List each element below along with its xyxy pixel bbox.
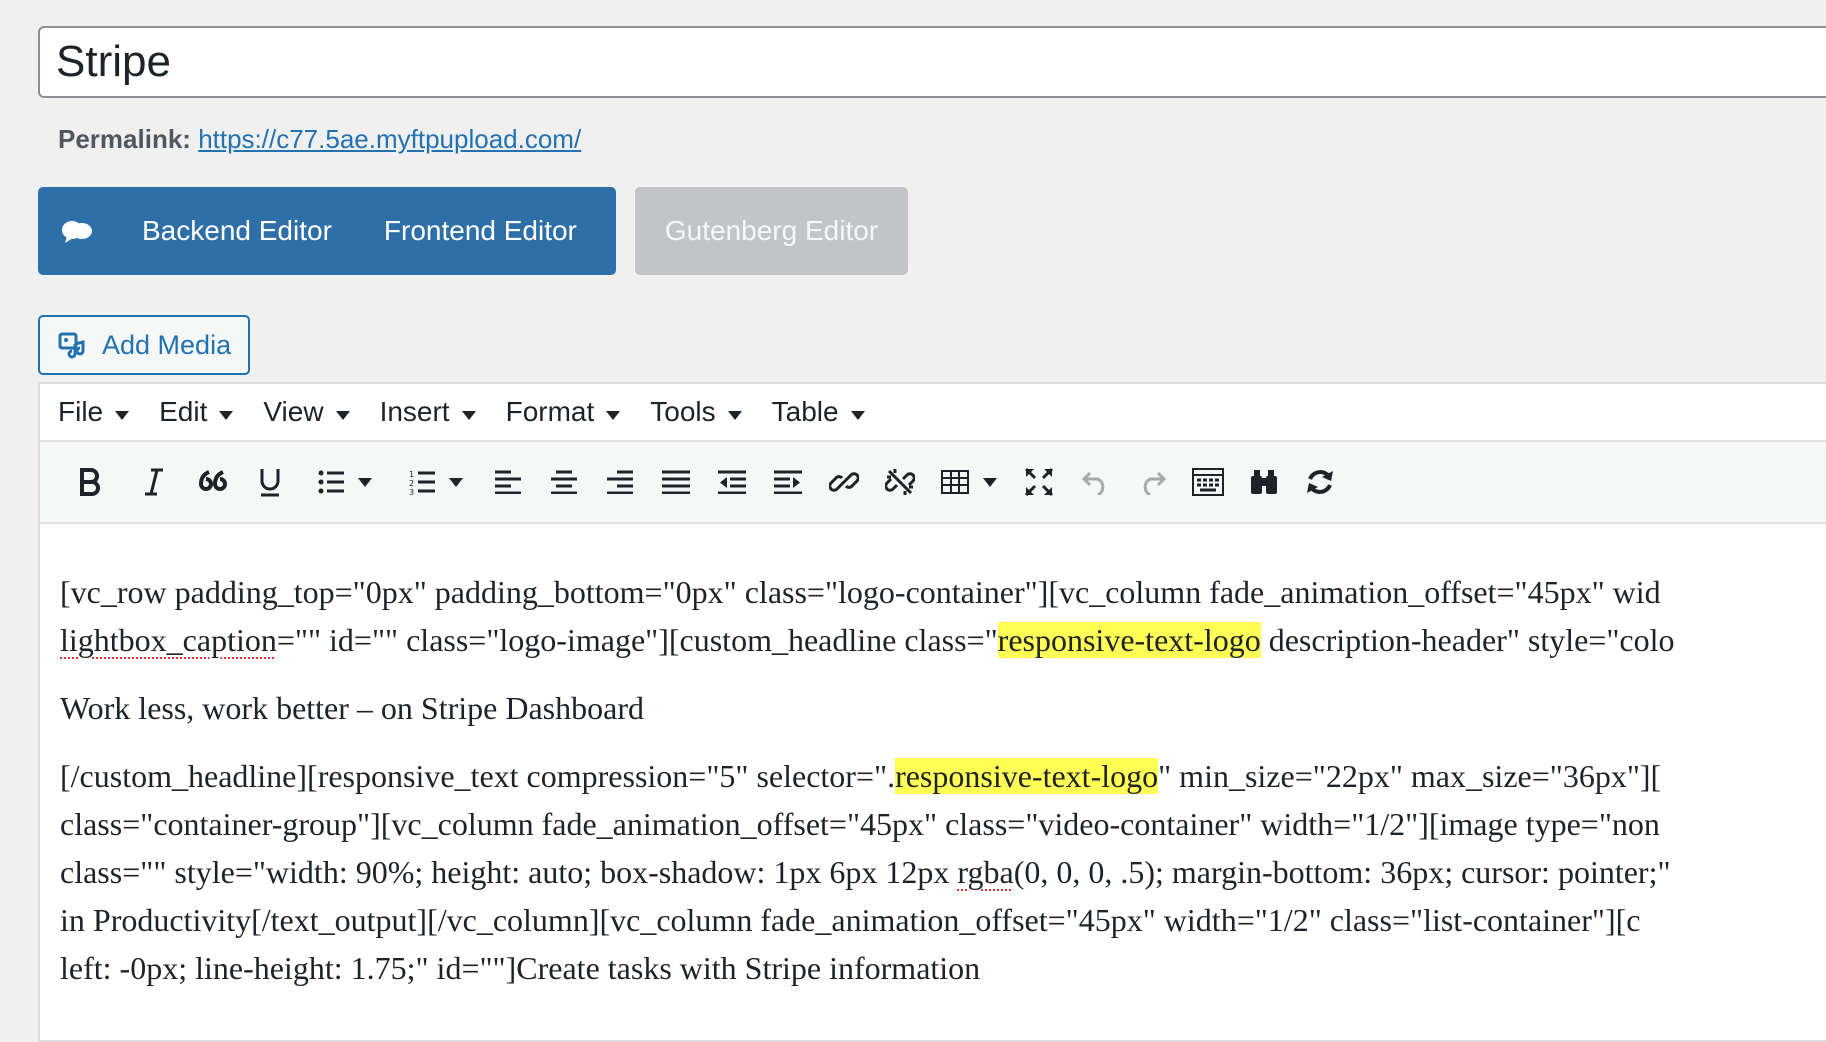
menu-file[interactable]: File	[58, 396, 130, 428]
menu-tools-label: Tools	[650, 396, 716, 427]
menu-edit[interactable]: Edit	[159, 396, 234, 428]
redo-icon[interactable]	[1124, 458, 1180, 506]
spellcheck-word: lightbox_caption	[60, 622, 277, 658]
content-text: description-header" style="colo	[1260, 622, 1675, 658]
align-left-icon[interactable]	[480, 458, 536, 506]
content-text: (0, 0, 0, .5); margin-bottom: 36px; curs…	[1013, 854, 1671, 890]
table-icon[interactable]	[928, 458, 1010, 506]
chevron-down-icon	[606, 410, 621, 420]
toolbar-toggle-icon[interactable]	[1180, 458, 1236, 506]
menu-table-label: Table	[771, 396, 839, 427]
search-highlight: responsive-text-logo	[997, 622, 1261, 658]
menu-file-label: File	[58, 396, 104, 427]
content-line: in Productivity[/text_output][/vc_column…	[60, 902, 1641, 938]
chevron-down-icon	[983, 477, 997, 487]
fullscreen-icon[interactable]	[1010, 458, 1068, 506]
menu-insert[interactable]: Insert	[380, 396, 476, 428]
editor-toolbar: 123	[40, 442, 1826, 524]
svg-text:1: 1	[409, 470, 414, 479]
align-center-icon[interactable]	[536, 458, 592, 506]
post-title-input[interactable]: Stripe	[38, 26, 1826, 98]
add-media-label: Add Media	[102, 329, 232, 360]
menu-tools[interactable]: Tools	[650, 396, 742, 428]
menu-edit-label: Edit	[159, 396, 208, 427]
italic-icon[interactable]	[122, 458, 186, 506]
content-paragraph-1: [vc_row padding_top="0px" padding_bottom…	[60, 568, 1826, 664]
content-line: class="container-group"][vc_column fade_…	[60, 806, 1660, 842]
underline-icon[interactable]	[242, 458, 298, 506]
svg-text:3: 3	[409, 488, 414, 495]
menu-view-label: View	[263, 396, 324, 427]
menu-insert-label: Insert	[379, 396, 450, 427]
chevron-down-icon	[850, 410, 865, 420]
menu-format[interactable]: Format	[506, 396, 621, 428]
indent-icon[interactable]	[760, 458, 816, 506]
chevron-down-icon	[461, 410, 476, 420]
content-text: " min_size="22px" max_size="36px"][	[1158, 758, 1662, 794]
bullet-list-icon[interactable]	[298, 458, 392, 506]
media-icon	[58, 332, 85, 359]
permalink-label: Permalink:	[58, 124, 191, 154]
chevron-down-icon	[115, 410, 130, 420]
unlink-icon[interactable]	[872, 458, 928, 506]
content-text: [/custom_headline][responsive_text compr…	[60, 758, 896, 794]
find-replace-icon[interactable]	[1236, 458, 1292, 506]
permalink-row: Permalink: https://c77.5ae.myftpupload.c…	[58, 124, 581, 155]
page-builder-bar: Backend Editor Frontend Editor	[38, 187, 616, 275]
bold-icon[interactable]	[58, 458, 122, 506]
refresh-icon[interactable]	[1292, 458, 1348, 506]
content-paragraph-3: [/custom_headline][responsive_text compr…	[60, 752, 1826, 992]
spellcheck-word: rgba	[957, 854, 1014, 890]
editor-menubar: File Edit View Insert Format Tools Table	[40, 384, 1826, 442]
permalink-link[interactable]: https://c77.5ae.myftpupload.com/	[198, 124, 581, 154]
blockquote-icon[interactable]	[186, 458, 242, 506]
chevron-down-icon	[219, 410, 234, 420]
chevron-down-icon	[449, 477, 463, 487]
content-text: class="" style="width: 90%; height: auto…	[60, 854, 958, 890]
chevron-down-icon	[727, 410, 742, 420]
content-text: ="" id="" class="logo-image"][custom_hea…	[276, 622, 998, 658]
wpbakery-logo-icon	[38, 187, 116, 275]
numbered-list-icon[interactable]: 123	[392, 458, 480, 506]
svg-text:2: 2	[409, 479, 414, 488]
content-line: left: -0px; line-height: 1.75;" id=""]Cr…	[60, 950, 981, 986]
add-media-button[interactable]: Add Media	[38, 315, 250, 375]
classic-editor: File Edit View Insert Format Tools Table…	[38, 382, 1826, 1042]
outdent-icon[interactable]	[704, 458, 760, 506]
frontend-editor-button[interactable]: Frontend Editor	[358, 187, 603, 275]
chevron-down-icon	[335, 410, 350, 420]
editor-content[interactable]: [vc_row padding_top="0px" padding_bottom…	[40, 524, 1826, 992]
menu-view[interactable]: View	[263, 396, 350, 428]
content-paragraph-2: Work less, work better – on Stripe Dashb…	[60, 690, 644, 726]
align-justify-icon[interactable]	[648, 458, 704, 506]
align-right-icon[interactable]	[592, 458, 648, 506]
content-line: [vc_row padding_top="0px" padding_bottom…	[60, 574, 1661, 610]
menu-format-label: Format	[505, 396, 595, 427]
search-highlight: responsive-text-logo	[895, 758, 1159, 794]
gutenberg-editor-button[interactable]: Gutenberg Editor	[635, 187, 908, 275]
menu-table[interactable]: Table	[772, 396, 865, 428]
chevron-down-icon	[358, 477, 372, 487]
undo-icon[interactable]	[1068, 458, 1124, 506]
link-icon[interactable]	[816, 458, 872, 506]
backend-editor-button[interactable]: Backend Editor	[116, 187, 358, 275]
